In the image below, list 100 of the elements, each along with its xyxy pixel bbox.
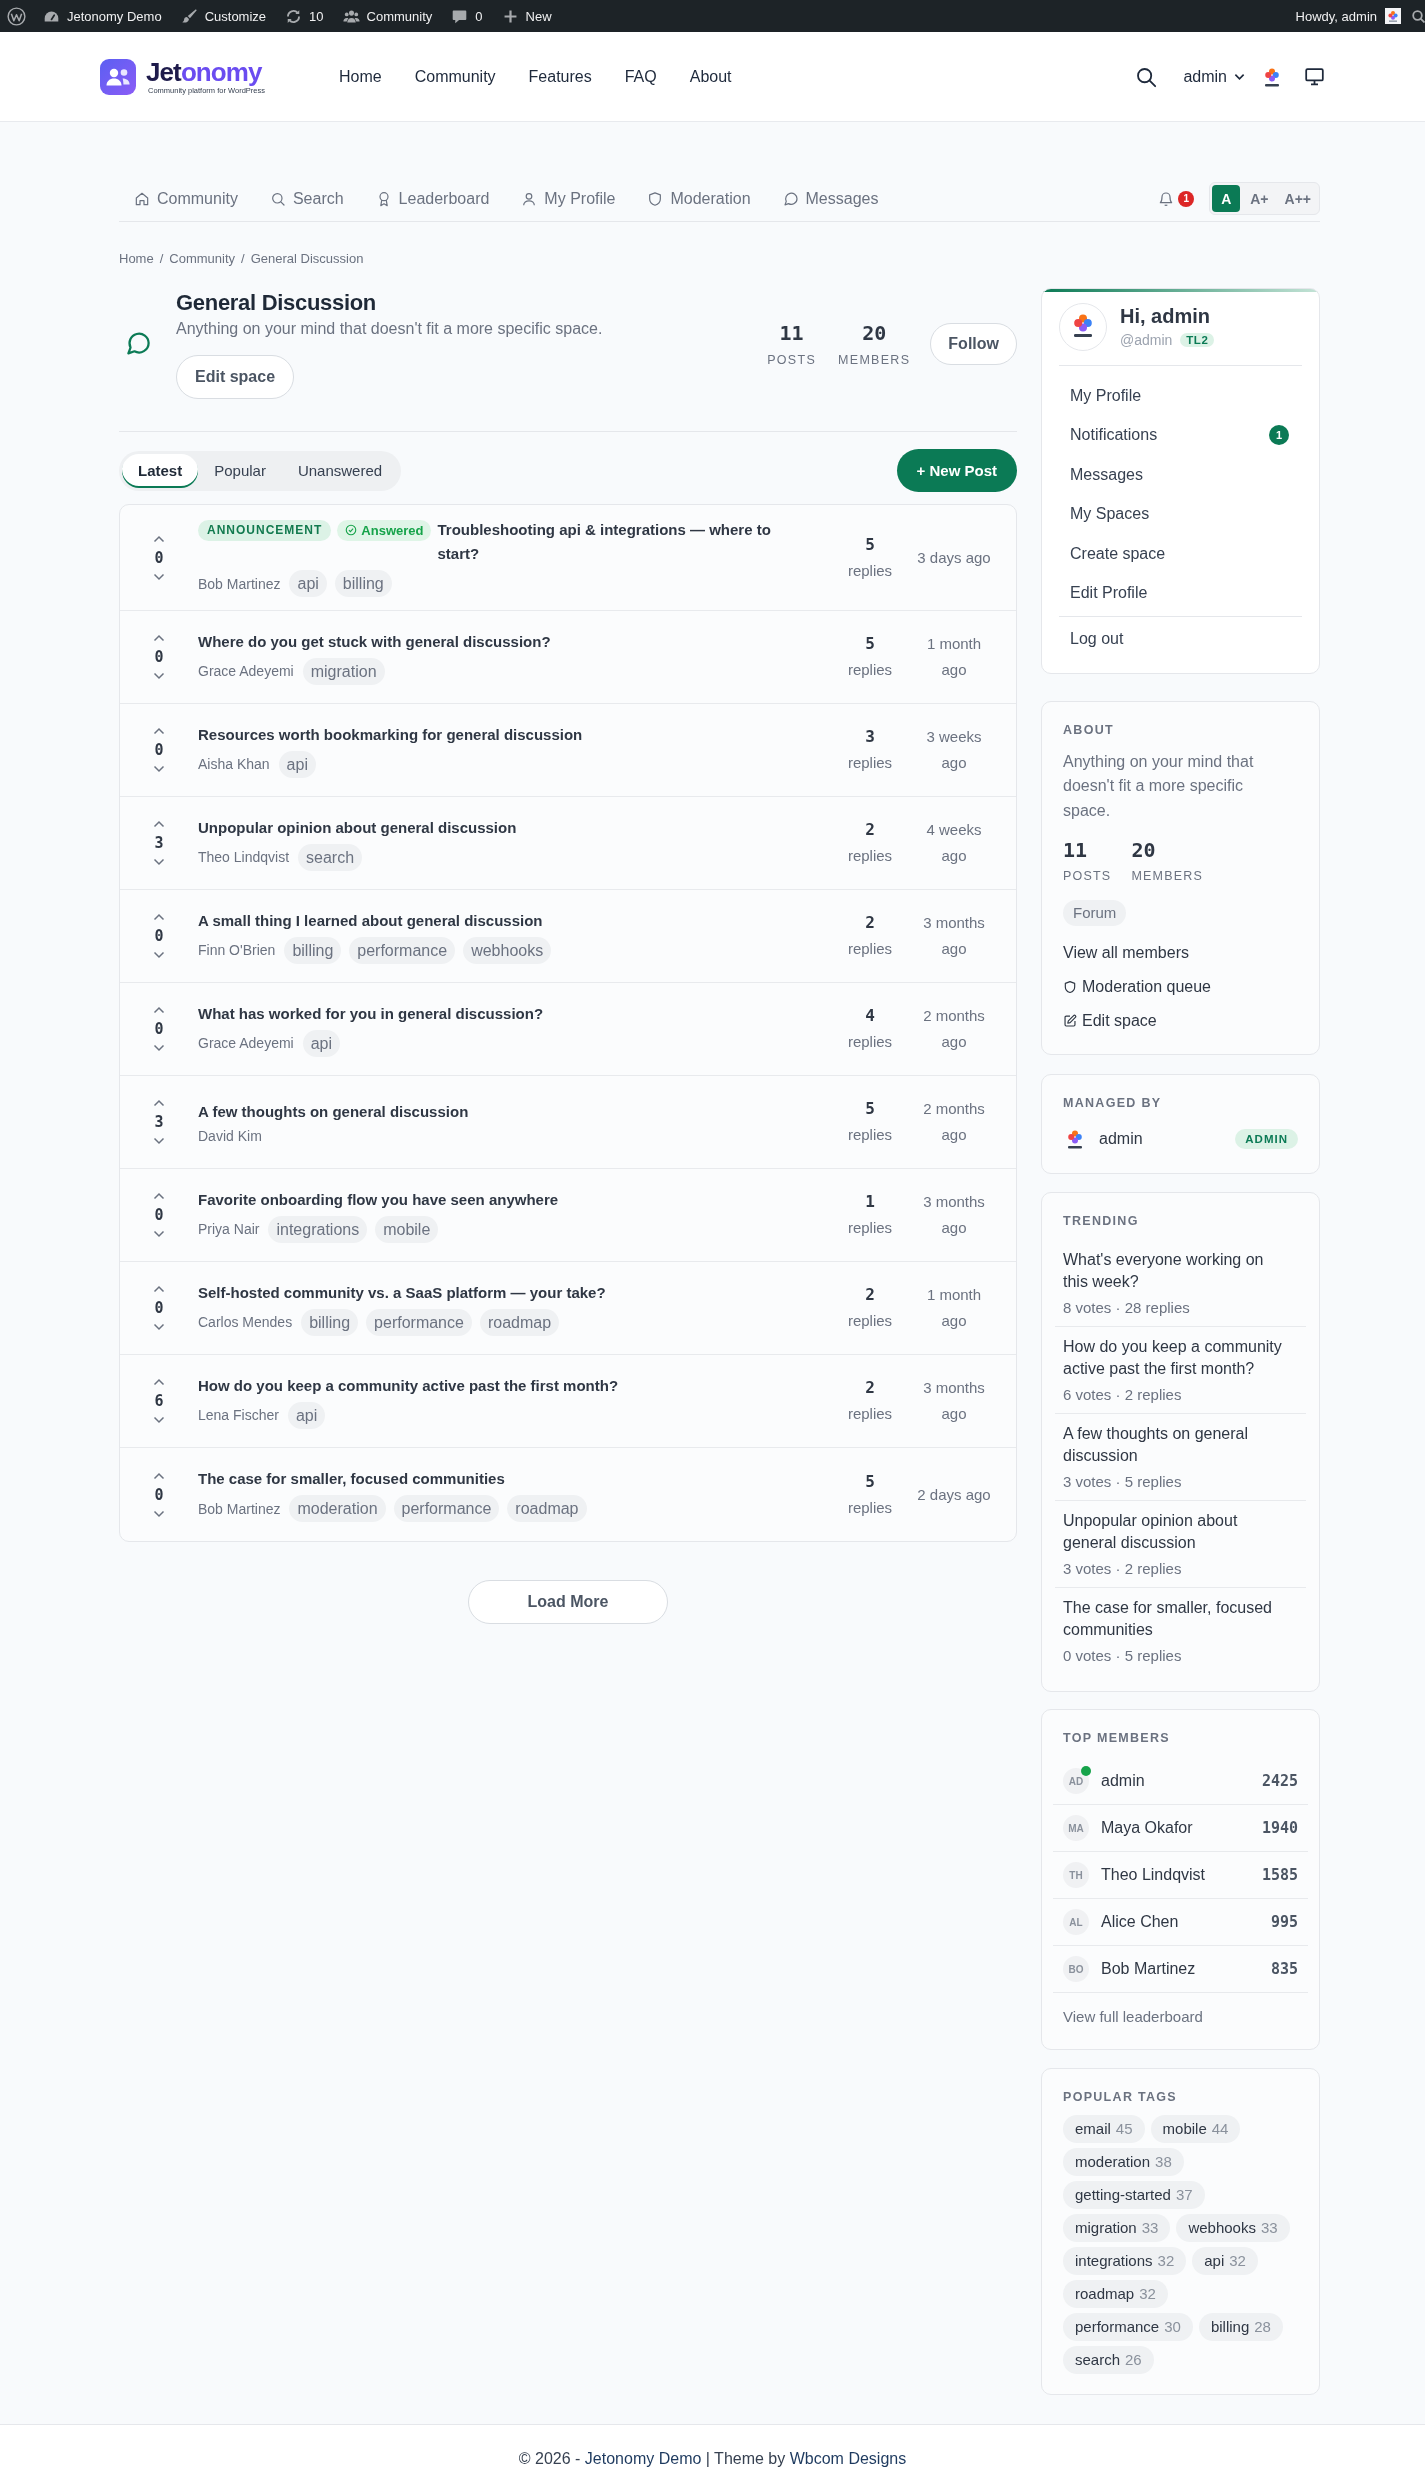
post-author[interactable]: Bob Martinez [198,1500,281,1517]
post-title[interactable]: Unpopular opinion about general discussion [198,815,517,840]
post-author[interactable]: Finn O'Brien [198,942,276,958]
tag-chip[interactable]: api [289,570,327,597]
member-name[interactable]: Alice Chen [1101,1913,1179,1931]
sort-tab[interactable]: Popular [198,453,282,488]
chevron-down-icon[interactable] [153,765,165,773]
font-size-button[interactable]: A [1212,185,1241,212]
tag-chip[interactable]: email 45 [1063,2115,1145,2143]
tag-chip[interactable]: roadmap [507,1495,587,1522]
post-title[interactable]: Self-hosted community vs. a SaaS platform — your take? [198,1280,606,1305]
sort-tab[interactable]: Unanswered [281,453,399,488]
tag-chip[interactable]: api 32 [1192,2247,1258,2275]
community-link[interactable]: Community [342,7,433,25]
tag-chip[interactable]: roadmap [479,1308,560,1336]
wordpress-logo-icon[interactable] [7,6,26,26]
tag-chip[interactable]: mobile [375,1215,439,1243]
tag-chip[interactable]: performance [366,1308,472,1336]
monitor-icon[interactable] [1304,66,1325,87]
chevron-up-icon[interactable] [153,913,165,921]
edit-space-link[interactable]: Edit space [1063,1010,1157,1032]
chevron-down-icon[interactable] [153,672,165,680]
main-nav-link[interactable]: FAQ [624,67,657,86]
tag-chip[interactable]: search [298,843,363,871]
post-title[interactable]: Resources worth bookmarking for general discussion [198,722,583,747]
edit-space-button[interactable]: Edit space [176,355,295,399]
tag-chip[interactable]: billing [301,1308,359,1336]
member-name[interactable]: Maya Okafor [1101,1819,1193,1837]
post-title[interactable]: Troubleshooting api & integrations — where to start? [437,518,804,566]
search-icon[interactable] [1412,9,1425,23]
chevron-up-icon[interactable] [153,1285,165,1293]
search-icon[interactable] [1135,65,1158,88]
chevron-up-icon[interactable] [153,1471,165,1480]
tag-chip[interactable]: billing [334,570,392,597]
people-logo-icon[interactable] [100,58,136,95]
site-link[interactable]: Jetonomy Demo [584,2449,702,2467]
tag-chip[interactable]: api [287,1401,326,1429]
chevron-down-icon[interactable] [153,572,165,581]
community-nav-link[interactable]: Search [269,189,344,208]
theme-link[interactable]: Wbcom Designs [789,2449,907,2467]
profile-menu-link[interactable]: Messages [1059,455,1302,495]
tag-chip[interactable]: integrations 32 [1063,2247,1187,2275]
account-link[interactable]: Howdy, admin [1295,8,1377,24]
chevron-down-icon[interactable] [153,1230,165,1238]
chevron-down-icon[interactable] [153,1509,165,1518]
user-menu-button[interactable]: admin [1183,67,1245,86]
font-size-button[interactable]: A+ [1244,185,1275,212]
member-name[interactable]: Theo Lindqvist [1101,1866,1206,1884]
tag-chip[interactable]: search 26 [1063,2346,1154,2374]
chevron-up-icon[interactable] [153,1006,165,1014]
tag-chip[interactable]: billing [284,936,342,964]
chevron-down-icon[interactable] [153,951,165,959]
post-author[interactable]: Grace Adeyemi [198,663,294,679]
post-author[interactable]: Lena Fischer [198,1407,279,1423]
tag-chip[interactable]: migration 33 [1063,2214,1171,2242]
tag-chip[interactable]: roadmap 32 [1063,2280,1168,2308]
members-link[interactable]: View all members [1063,942,1189,964]
main-nav-link[interactable]: Home [339,67,382,86]
comments-link[interactable]: 0 [451,7,483,25]
post-title[interactable]: Favorite onboarding flow you have seen anywhere [198,1187,559,1212]
sort-tab[interactable]: Latest [122,453,199,488]
post-author[interactable]: David Kim [198,1128,262,1144]
petal-avatar-icon[interactable] [1059,303,1107,351]
post-author[interactable]: Carlos Mendes [198,1314,293,1330]
member-name[interactable]: Bob Martinez [1101,1960,1196,1978]
profile-menu-link[interactable]: My Profile [1059,376,1302,416]
chevron-down-icon[interactable] [153,858,165,866]
chevron-down-icon[interactable] [153,1044,165,1052]
logo-wordmark[interactable]: Jetonomy [146,58,262,86]
tag-chip[interactable]: mobile 44 [1150,2115,1241,2143]
profile-menu-link[interactable]: My Spaces [1059,494,1302,534]
chevron-up-icon[interactable] [153,1099,165,1107]
community-nav-link[interactable]: Community [134,189,238,208]
chevron-down-icon[interactable] [153,1137,165,1145]
post-title[interactable]: A small thing I learned about general discussion [198,908,543,933]
load-more-button[interactable]: Load More [468,1580,668,1624]
breadcrumb-link[interactable]: Community [169,250,236,268]
post-title[interactable]: What has worked for you in general discussion? [198,1001,544,1026]
post-title[interactable]: Where do you get stuck with general discussion? [198,629,551,654]
breadcrumb-link[interactable]: Home [119,250,154,268]
community-nav-link[interactable]: Messages [782,189,879,208]
trending-post-link[interactable]: What's everyone working on this week? [1063,1249,1287,1292]
community-nav-link[interactable]: Moderation [647,189,751,208]
manager-name[interactable]: admin [1099,1130,1143,1148]
chevron-up-icon[interactable] [153,634,165,642]
member-name[interactable]: admin [1101,1772,1145,1790]
profile-menu-link[interactable]: Create space [1059,534,1302,574]
post-author[interactable]: Bob Martinez [198,575,281,592]
tag-chip[interactable]: moderation 38 [1063,2148,1184,2176]
leaderboard-link[interactable]: View full leaderboard [1063,2007,1203,2027]
post-title[interactable]: The case for smaller, focused communities [198,1467,505,1491]
chevron-up-icon[interactable] [153,1192,165,1200]
tag-chip[interactable]: api [302,1029,341,1057]
chevron-down-icon[interactable] [153,1416,165,1424]
tag-chip[interactable]: getting-started 37 [1063,2181,1205,2209]
chevron-up-icon[interactable] [153,820,165,828]
chevron-down-icon[interactable] [153,1323,165,1331]
main-nav-link[interactable]: About [689,67,732,86]
tag-chip[interactable]: integrations [268,1215,368,1243]
tag-chip[interactable]: performance [393,1495,500,1522]
